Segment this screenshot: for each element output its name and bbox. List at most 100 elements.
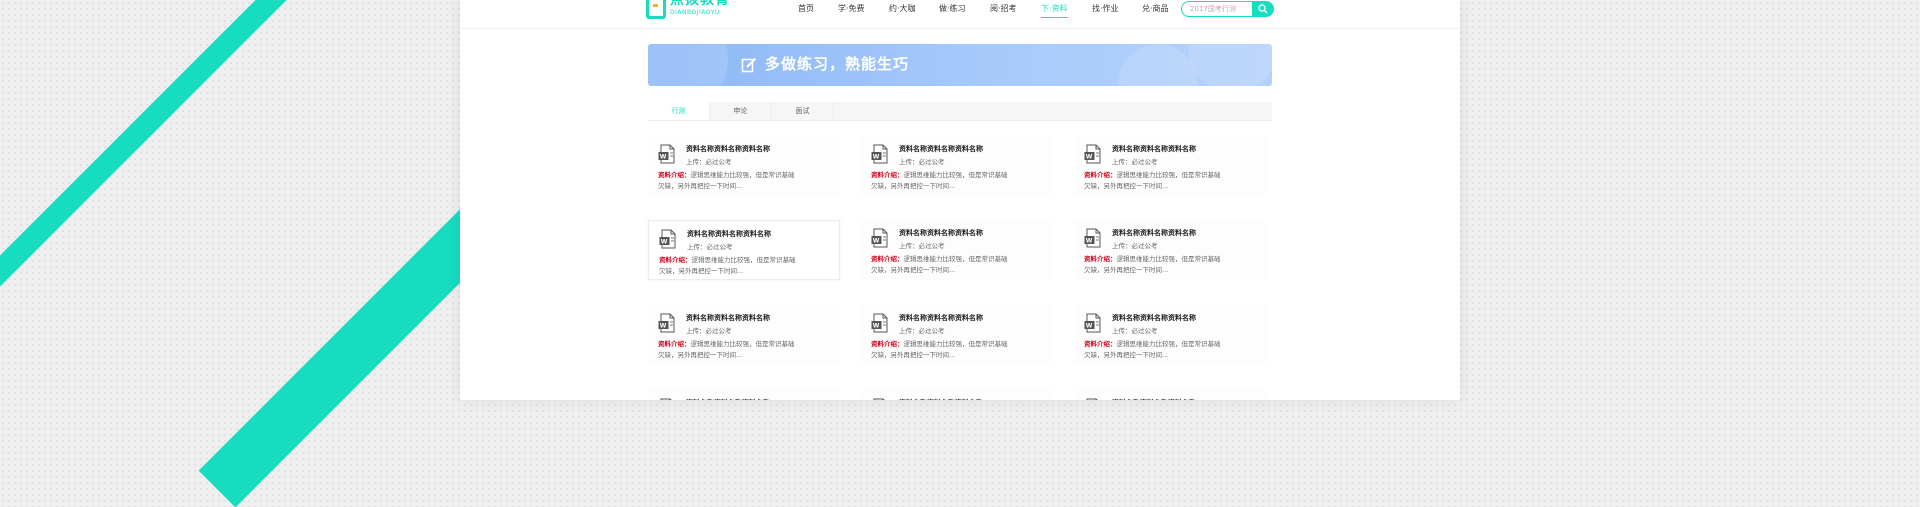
card-description-label: 资料介绍：: [871, 255, 904, 263]
card-uploader: 上传：必过公考: [899, 327, 945, 335]
svg-text:W: W: [873, 154, 880, 161]
card-description-text: 逻辑思维能力比较强，但是常识基础: [903, 171, 1008, 179]
card-uploader: 上传：必过公考: [1112, 158, 1158, 166]
nav-item-shop[interactable]: 兑·商品: [1142, 4, 1169, 14]
tab-shenlun[interactable]: 申论: [710, 102, 772, 120]
word-doc-icon: W: [1084, 144, 1101, 164]
card-title: 资料名称资料名称资料名称: [1112, 229, 1196, 237]
card-title: 资料名称资料名称资料名称: [899, 229, 983, 237]
svg-text:W: W: [873, 323, 880, 330]
card-description-text: 逻辑思维能力比较强，但是常识基础: [903, 340, 1008, 348]
banner-title: 多做练习，熟能生巧: [765, 55, 910, 73]
card-title: 资料名称资料名称资料名称: [899, 314, 983, 322]
card-uploader: 上传：必过公考: [899, 158, 945, 166]
word-doc-icon: W: [658, 313, 675, 333]
edit-icon: [741, 57, 757, 73]
card-description-text: 逻辑思维能力比较强，但是常识基础: [1116, 255, 1221, 263]
card-description-text: 逻辑思维能力比较强，但是常识基础: [903, 255, 1008, 263]
card-uploader: 上传：必过公考: [1112, 327, 1158, 335]
brand-name-en: DIANBOJIAOYU: [670, 9, 720, 16]
card-description-label: 资料介绍：: [1084, 255, 1117, 263]
main-page: 点拨教育 DIANBOJIAOYU 首页 学·免费 约·大咖 做·练习 阅·招考…: [460, 0, 1460, 400]
card-title: 资料名称资料名称资料名称: [1112, 145, 1196, 153]
word-doc-icon: W: [1084, 313, 1101, 333]
material-card[interactable]: W 资料名称资料名称资料名称 上传：必过公考 资料介绍：逻辑思维能力比较强，但是常识基…: [648, 136, 840, 196]
nav-item-free-learning[interactable]: 学·免费: [838, 4, 865, 14]
material-card[interactable]: W资料名称资料名称资料名称: [648, 390, 840, 400]
word-doc-icon: W: [871, 228, 888, 248]
card-description-text: 欠缺，另外再把控一下时间...: [659, 267, 744, 275]
card-uploader: 上传：必过公考: [899, 242, 945, 250]
card-description: 资料介绍：逻辑思维能力比较强，但是常识基础 欠缺，另外再把控一下时间...: [658, 339, 834, 361]
nav-item-downloads[interactable]: 下·资料: [1041, 4, 1068, 18]
word-doc-icon: W: [871, 313, 888, 333]
card-description: 资料介绍：逻辑思维能力比较强，但是常识基础欠缺，另外再把控一下时间...: [1084, 254, 1260, 276]
word-doc-icon: W: [659, 229, 676, 249]
logo-mark-icon: [646, 0, 666, 19]
word-doc-icon: W: [871, 144, 888, 164]
card-description-text: 欠缺，另外再把控一下时间...: [658, 182, 743, 190]
nav-item-home[interactable]: 首页: [798, 4, 814, 14]
search-button[interactable]: [1252, 1, 1274, 17]
tab-xingce[interactable]: 行测: [648, 102, 710, 120]
card-description-text: 逻辑思维能力比较强，但是常识基础: [690, 171, 795, 179]
card-title: 资料名称资料名称资料名称: [899, 145, 983, 153]
search-icon: [1258, 4, 1268, 14]
nav-item-practice[interactable]: 做·练习: [939, 4, 966, 14]
nav-item-experts[interactable]: 约·大咖: [889, 4, 916, 14]
nav-item-recruitment[interactable]: 阅·招考: [990, 4, 1017, 14]
banner: 多做练习，熟能生巧: [648, 44, 1272, 86]
card-description-label: 资料介绍：: [659, 256, 692, 264]
card-description-text: 逻辑思维能力比较强，但是常识基础: [691, 256, 796, 264]
brand-logo[interactable]: 点拨教育 DIANBOJIAOYU: [646, 0, 746, 22]
word-doc-icon: W: [1084, 228, 1101, 248]
search-input[interactable]: [1181, 1, 1253, 17]
card-description-label: 资料介绍：: [1084, 340, 1117, 348]
card-description-text: 逻辑思维能力比较强，但是常识基础: [1116, 171, 1221, 179]
card-description-label: 资料介绍：: [1084, 171, 1117, 179]
material-card[interactable]: W 资料名称资料名称资料名称 上传：必过公考资料介绍：逻辑思维能力比较强，但是常识基…: [861, 220, 1053, 280]
material-card[interactable]: W 资料名称资料名称资料名称 上传：必过公考资料介绍：逻辑思维能力比较强，但是常识基…: [861, 136, 1053, 196]
card-title: 资料名称资料名称资料名称: [686, 145, 770, 153]
svg-text:W: W: [660, 323, 667, 330]
card-description-text: 逻辑思维能力比较强，但是常识基础: [690, 340, 795, 348]
card-description-text: 欠缺，另外再把控一下时间...: [1084, 182, 1169, 190]
banner-bubble: [648, 44, 728, 86]
tab-mianshi[interactable]: 面试: [772, 102, 834, 120]
card-description-label: 资料介绍：: [871, 171, 904, 179]
card-uploader: 上传：必过公考: [1112, 242, 1158, 250]
material-card[interactable]: W 资料名称资料名称资料名称 上传：必过公考资料介绍：逻辑思维能力比较强，但是常识基…: [1074, 136, 1266, 196]
svg-text:W: W: [1086, 323, 1093, 330]
banner-bubble: [1188, 44, 1272, 86]
nav-item-homework[interactable]: 找·作业: [1092, 4, 1119, 14]
header: 点拨教育 DIANBOJIAOYU 首页 学·免费 约·大咖 做·练习 阅·招考…: [460, 0, 1460, 29]
card-description-text: 欠缺，另外再把控一下时间...: [658, 351, 743, 359]
card-description: 资料介绍：逻辑思维能力比较强，但是常识基础 欠缺，另外再把控一下时间...: [871, 339, 1047, 361]
material-card[interactable]: W 资料名称资料名称资料名称 上传：必过公考 资料介绍：逻辑思维能力比较强，但是常识基…: [861, 305, 1053, 365]
card-description-text: 欠缺，另外再把控一下时间...: [871, 182, 956, 190]
word-doc-icon: W: [658, 144, 675, 164]
brand-name-cn: 点拨教育: [670, 0, 730, 8]
card-description-text: 欠缺，另外再把控一下时间...: [1084, 266, 1169, 274]
card-title: 资料名称资料名称资料名称: [687, 230, 771, 238]
material-card[interactable]: W 资料名称资料名称资料名称 上传：必过公考资料介绍：逻辑思维能力比较强，但是常识基…: [1074, 305, 1266, 365]
card-uploader: 上传：必过公考: [686, 327, 732, 335]
banner-bubble: [1118, 44, 1198, 86]
svg-text:W: W: [1086, 238, 1093, 245]
card-title: 资料名称资料名称资料名称: [686, 314, 770, 322]
card-description: 资料介绍：逻辑思维能力比较强，但是常识基础 欠缺，另外再把控一下时间...: [1084, 339, 1260, 361]
card-title: 资料名称资料名称资料名称: [1112, 314, 1196, 322]
material-card[interactable]: W资料名称资料名称资料名称: [1074, 390, 1266, 400]
decor-stripe-thin: [0, 0, 366, 317]
material-card[interactable]: W 资料名称资料名称资料名称 上传：必过公考 资料介绍：逻辑思维能力比较强，但是常识基…: [648, 220, 840, 280]
material-card[interactable]: W 资料名称资料名称资料名称 上传：必过公考 资料介绍：逻辑思维能力比较强，但是常识基…: [648, 305, 840, 365]
card-description-text: 欠缺，另外再把控一下时间...: [871, 266, 956, 274]
card-description: 资料介绍：逻辑思维能力比较强，但是常识基础欠缺，另外再把控一下时间...: [659, 255, 835, 277]
svg-text:W: W: [660, 154, 667, 161]
card-description: 资料介绍：逻辑思维能力比较强，但是常识基础欠缺，另外再把控一下时间...: [1084, 170, 1260, 192]
card-description-text: 逻辑思维能力比较强，但是常识基础: [1116, 340, 1221, 348]
material-card[interactable]: W 资料名称资料名称资料名称 上传：必过公考资料介绍：逻辑思维能力比较强，但是常识基…: [1074, 220, 1266, 280]
card-description: 资料介绍：逻辑思维能力比较强，但是常识基础 欠缺，另外再把控一下时间...: [658, 170, 834, 192]
material-card[interactable]: W资料名称资料名称资料名称: [861, 390, 1053, 400]
card-description-text: 欠缺，另外再把控一下时间...: [871, 351, 956, 359]
